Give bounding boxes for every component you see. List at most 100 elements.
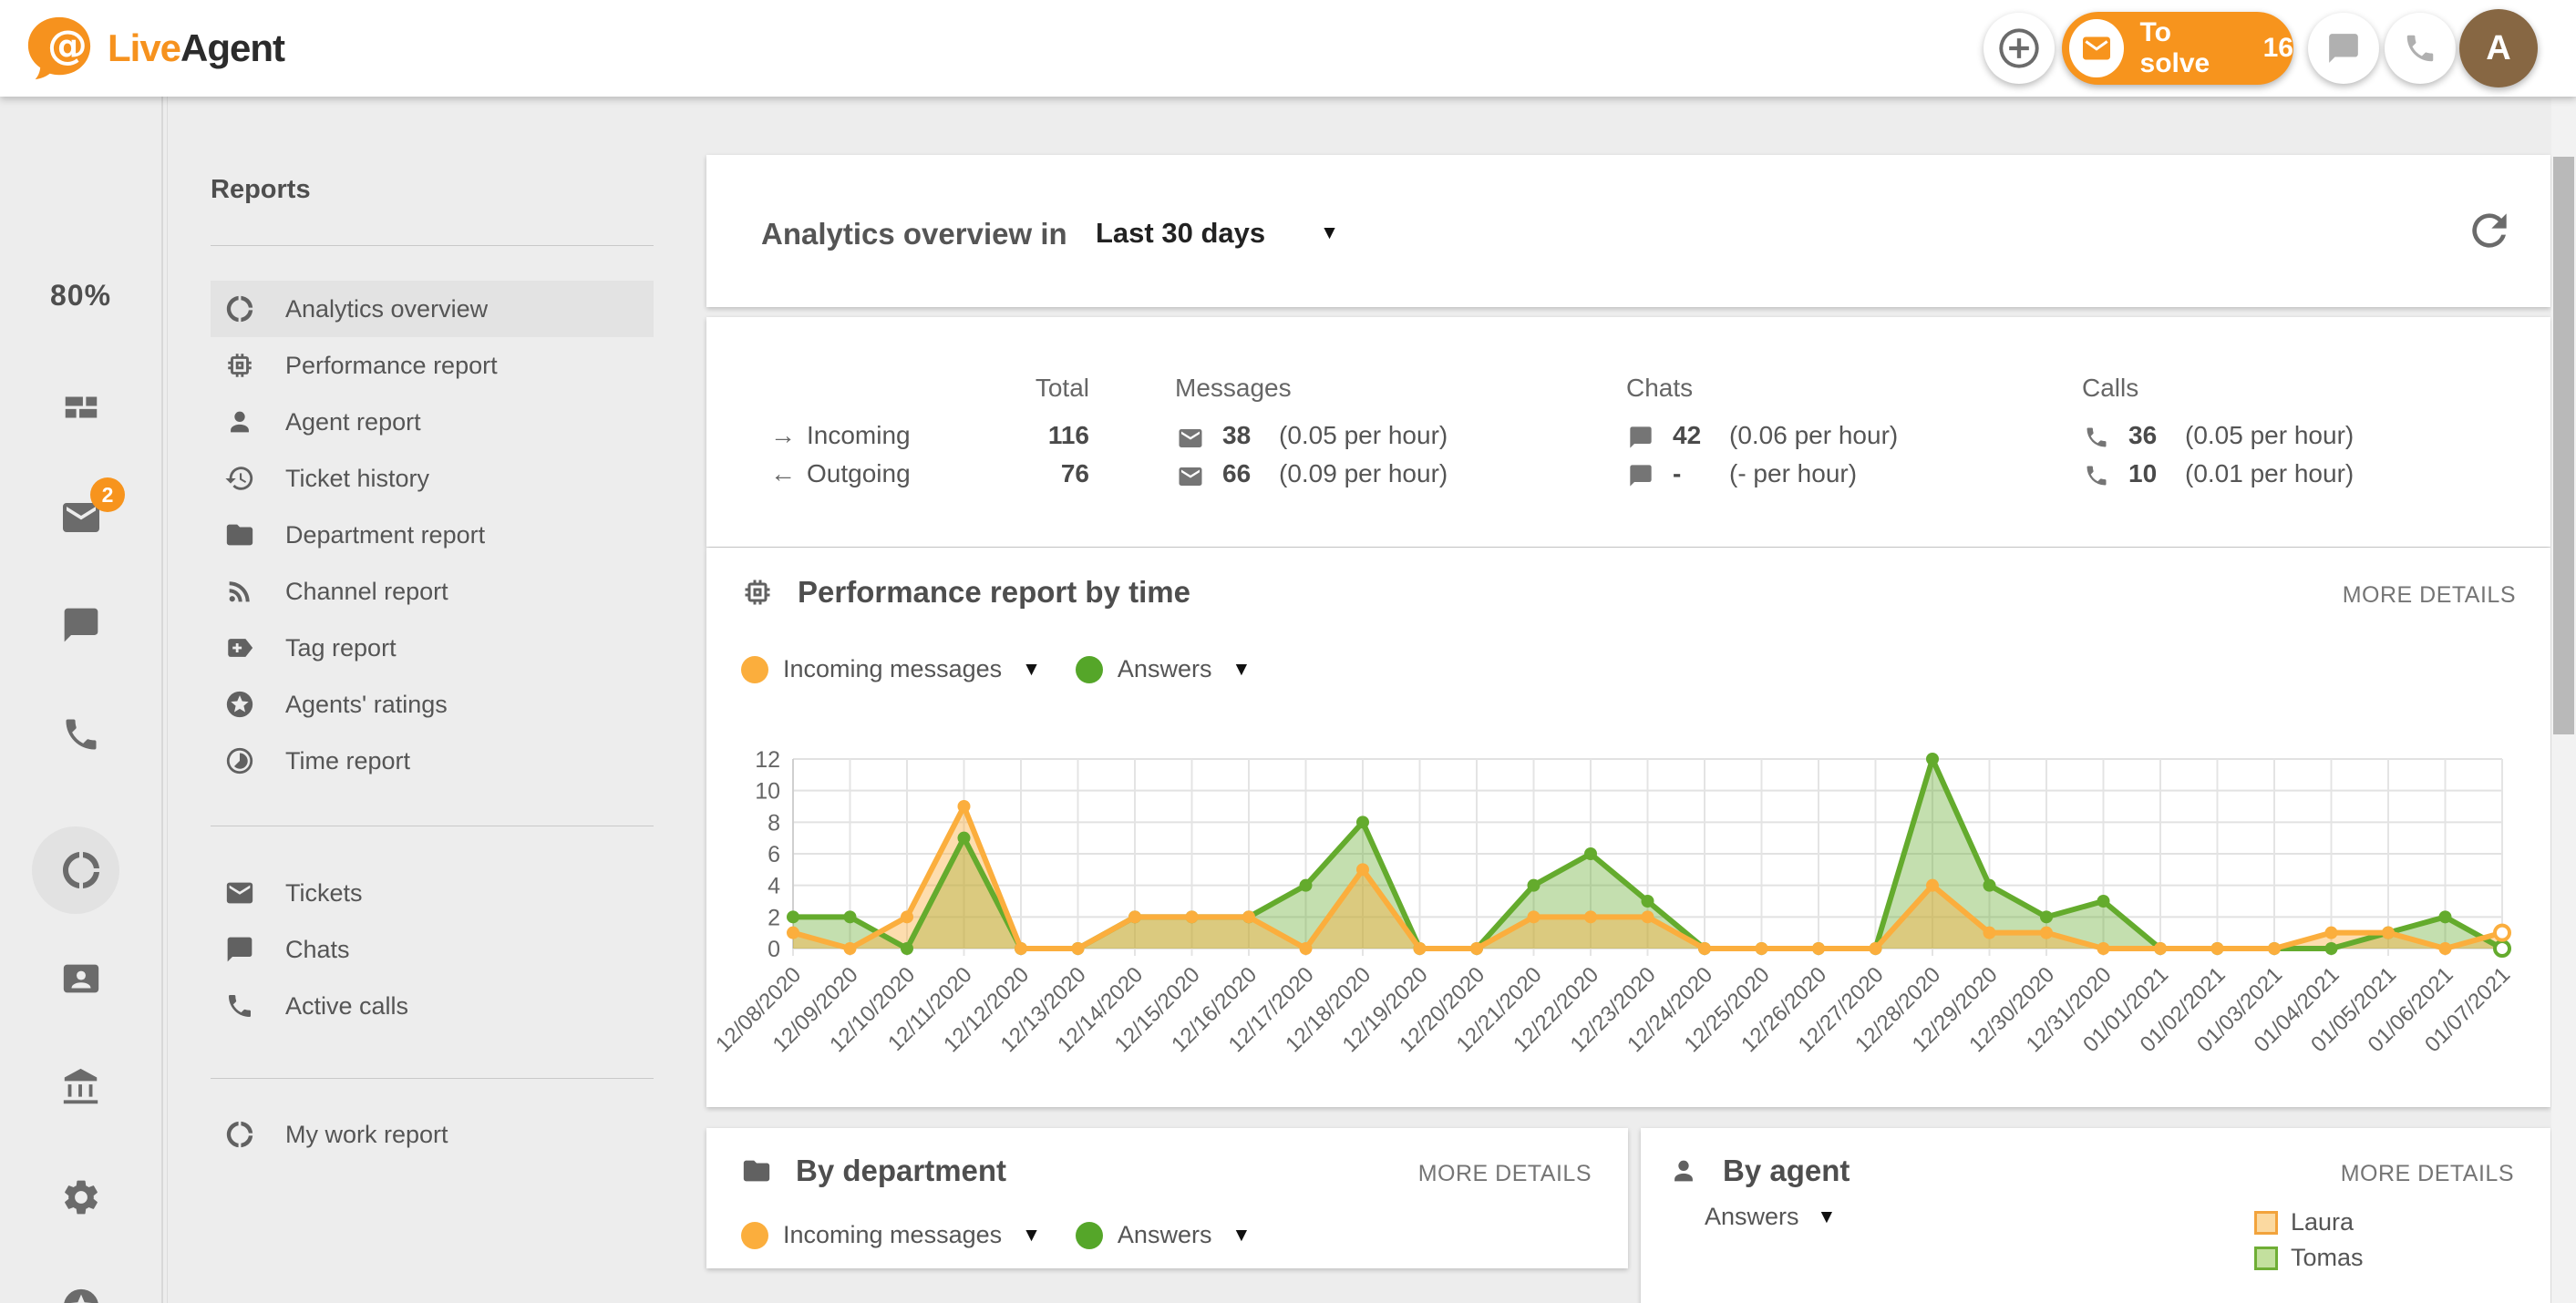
answers-series-dropdown[interactable]: ▼	[1231, 1225, 1251, 1247]
rail-contacts-button[interactable]	[0, 958, 161, 1000]
donut-chart-icon	[223, 292, 256, 325]
phone-icon	[2084, 425, 2109, 450]
answers-legend-label: Answers	[1118, 1221, 1212, 1249]
chat-bubble-icon	[1628, 463, 1654, 488]
pie-legend-tomas[interactable]: Tomas	[2254, 1244, 2364, 1272]
phone-icon	[61, 714, 101, 754]
svg-text:12: 12	[755, 747, 780, 773]
chip-icon	[223, 349, 256, 382]
history-icon	[223, 462, 256, 495]
more-details-link[interactable]: MORE DETAILS	[2341, 1161, 2514, 1187]
menu-item-label: Active calls	[285, 992, 408, 1021]
menu-item-channel-report[interactable]: Channel report	[211, 563, 654, 620]
liveagent-logo[interactable]: @ LiveAgent	[24, 9, 284, 87]
calls-header-button[interactable]	[2385, 13, 2456, 84]
rail-reports-button[interactable]	[0, 848, 161, 892]
phone-icon	[223, 990, 256, 1022]
logo-text: LiveAgent	[108, 26, 284, 70]
performance-report-card: Performance report by time MORE DETAILS …	[706, 548, 2550, 1107]
total-value: 116	[989, 421, 1089, 450]
stats-row-incoming: → Incoming 116 38 (0.05 per hour) 42 (0.…	[706, 421, 2550, 457]
rail-billing-button[interactable]	[0, 1067, 161, 1109]
reports-menu: Reports Analytics overview Performance r…	[168, 97, 706, 1303]
row-label: Incoming	[807, 421, 911, 450]
section-title: By agent	[1723, 1154, 1850, 1188]
menu-item-ticket-history[interactable]: Ticket history	[211, 450, 654, 507]
svg-text:@: @	[47, 22, 88, 68]
menu-item-label: Performance report	[285, 352, 498, 380]
calls-rate: (0.01 per hour)	[2185, 459, 2354, 488]
menu-item-label: Chats	[285, 936, 350, 964]
calls-rate: (0.05 per hour)	[2185, 421, 2354, 450]
donut-chart-icon	[59, 848, 103, 892]
mail-icon	[1177, 463, 1204, 490]
menu-item-my-work-report[interactable]: My work report	[211, 1106, 654, 1163]
answers-legend-dot	[1076, 656, 1103, 683]
chat-bubble-icon	[1628, 425, 1654, 450]
menu-item-label: Analytics overview	[285, 295, 488, 323]
calls-value: 36	[2128, 421, 2157, 450]
totals-card: Total Messages Chats Calls → Incoming 11…	[706, 317, 2550, 547]
menu-item-label: Tickets	[285, 879, 363, 908]
row-label: Outgoing	[807, 459, 911, 488]
date-range-select[interactable]: Last 30 days ▼	[1096, 217, 1369, 250]
chat-bubble-icon	[61, 605, 101, 645]
rail-dashboard-button[interactable]	[0, 386, 161, 428]
rail-settings-button[interactable]	[0, 1176, 161, 1218]
rail-calls-button[interactable]	[0, 714, 161, 754]
scrollbar-thumb[interactable]	[2553, 157, 2574, 734]
messages-value: 38	[1222, 421, 1251, 450]
to-solve-label: To solve	[2140, 17, 2241, 79]
total-value: 76	[989, 459, 1089, 488]
svg-text:6: 6	[768, 842, 780, 867]
messages-rate: (0.05 per hour)	[1279, 421, 1448, 450]
menu-item-label: Time report	[285, 747, 410, 775]
chip-icon	[741, 576, 774, 609]
menu-item-time-report[interactable]: Time report	[211, 733, 654, 789]
top-bar: @ LiveAgent To solve 16 A	[0, 0, 2576, 97]
menu-item-chats[interactable]: Chats	[211, 921, 654, 978]
menu-item-active-calls[interactable]: Active calls	[211, 978, 654, 1034]
chats-header-button[interactable]	[2308, 13, 2379, 84]
pie-legend-laura[interactable]: Laura	[2254, 1208, 2354, 1236]
answers-series-dropdown[interactable]: ▼	[1231, 659, 1251, 681]
donut-chart-icon	[223, 1118, 256, 1151]
refresh-button[interactable]	[2464, 205, 2515, 256]
chats-value: 42	[1673, 421, 1701, 450]
menu-item-label: Agent report	[285, 408, 421, 436]
rail-starred-button[interactable]	[0, 1286, 161, 1303]
incoming-series-dropdown[interactable]: ▼	[1022, 659, 1041, 681]
menu-item-performance-report[interactable]: Performance report	[211, 337, 654, 394]
svg-text:8: 8	[768, 810, 780, 836]
mail-icon	[223, 877, 256, 909]
menu-item-tickets[interactable]: Tickets	[211, 865, 654, 921]
arrow-left-icon: ←	[770, 459, 796, 488]
col-header-total: Total	[984, 374, 1089, 403]
agent-pie-chart[interactable]	[1732, 1201, 2242, 1303]
menu-item-department-report[interactable]: Department report	[211, 507, 654, 563]
person-icon	[223, 405, 256, 438]
rail-tickets-button[interactable]	[0, 496, 161, 539]
svg-text:2: 2	[768, 905, 780, 930]
user-avatar[interactable]: A	[2459, 9, 2538, 87]
menu-item-tag-report[interactable]: Tag report	[211, 620, 654, 676]
menu-item-agents-ratings[interactable]: Agents' ratings	[211, 676, 654, 733]
to-solve-mail-icon	[2069, 19, 2124, 77]
menu-item-agent-report[interactable]: Agent report	[211, 394, 654, 450]
time-series-chart[interactable]: 02468101212/08/202012/09/202012/10/20201…	[706, 741, 2550, 1065]
to-solve-button[interactable]: To solve 16	[2062, 12, 2293, 85]
gear-icon	[60, 1176, 102, 1218]
more-details-link[interactable]: MORE DETAILS	[1418, 1161, 1592, 1187]
rail-chats-button[interactable]	[0, 605, 161, 645]
folder-icon	[741, 1155, 772, 1186]
phone-icon	[2403, 31, 2437, 66]
logo-bubble-icon: @	[24, 13, 95, 84]
incoming-series-dropdown[interactable]: ▼	[1022, 1225, 1041, 1247]
chat-bubble-icon	[223, 933, 256, 966]
add-button[interactable]	[1984, 13, 2055, 84]
more-details-link[interactable]: MORE DETAILS	[2343, 582, 2516, 609]
contact-card-icon	[60, 958, 102, 1000]
folder-icon	[223, 518, 256, 551]
star-circle-icon	[223, 688, 256, 721]
menu-item-analytics-overview[interactable]: Analytics overview	[211, 281, 654, 337]
